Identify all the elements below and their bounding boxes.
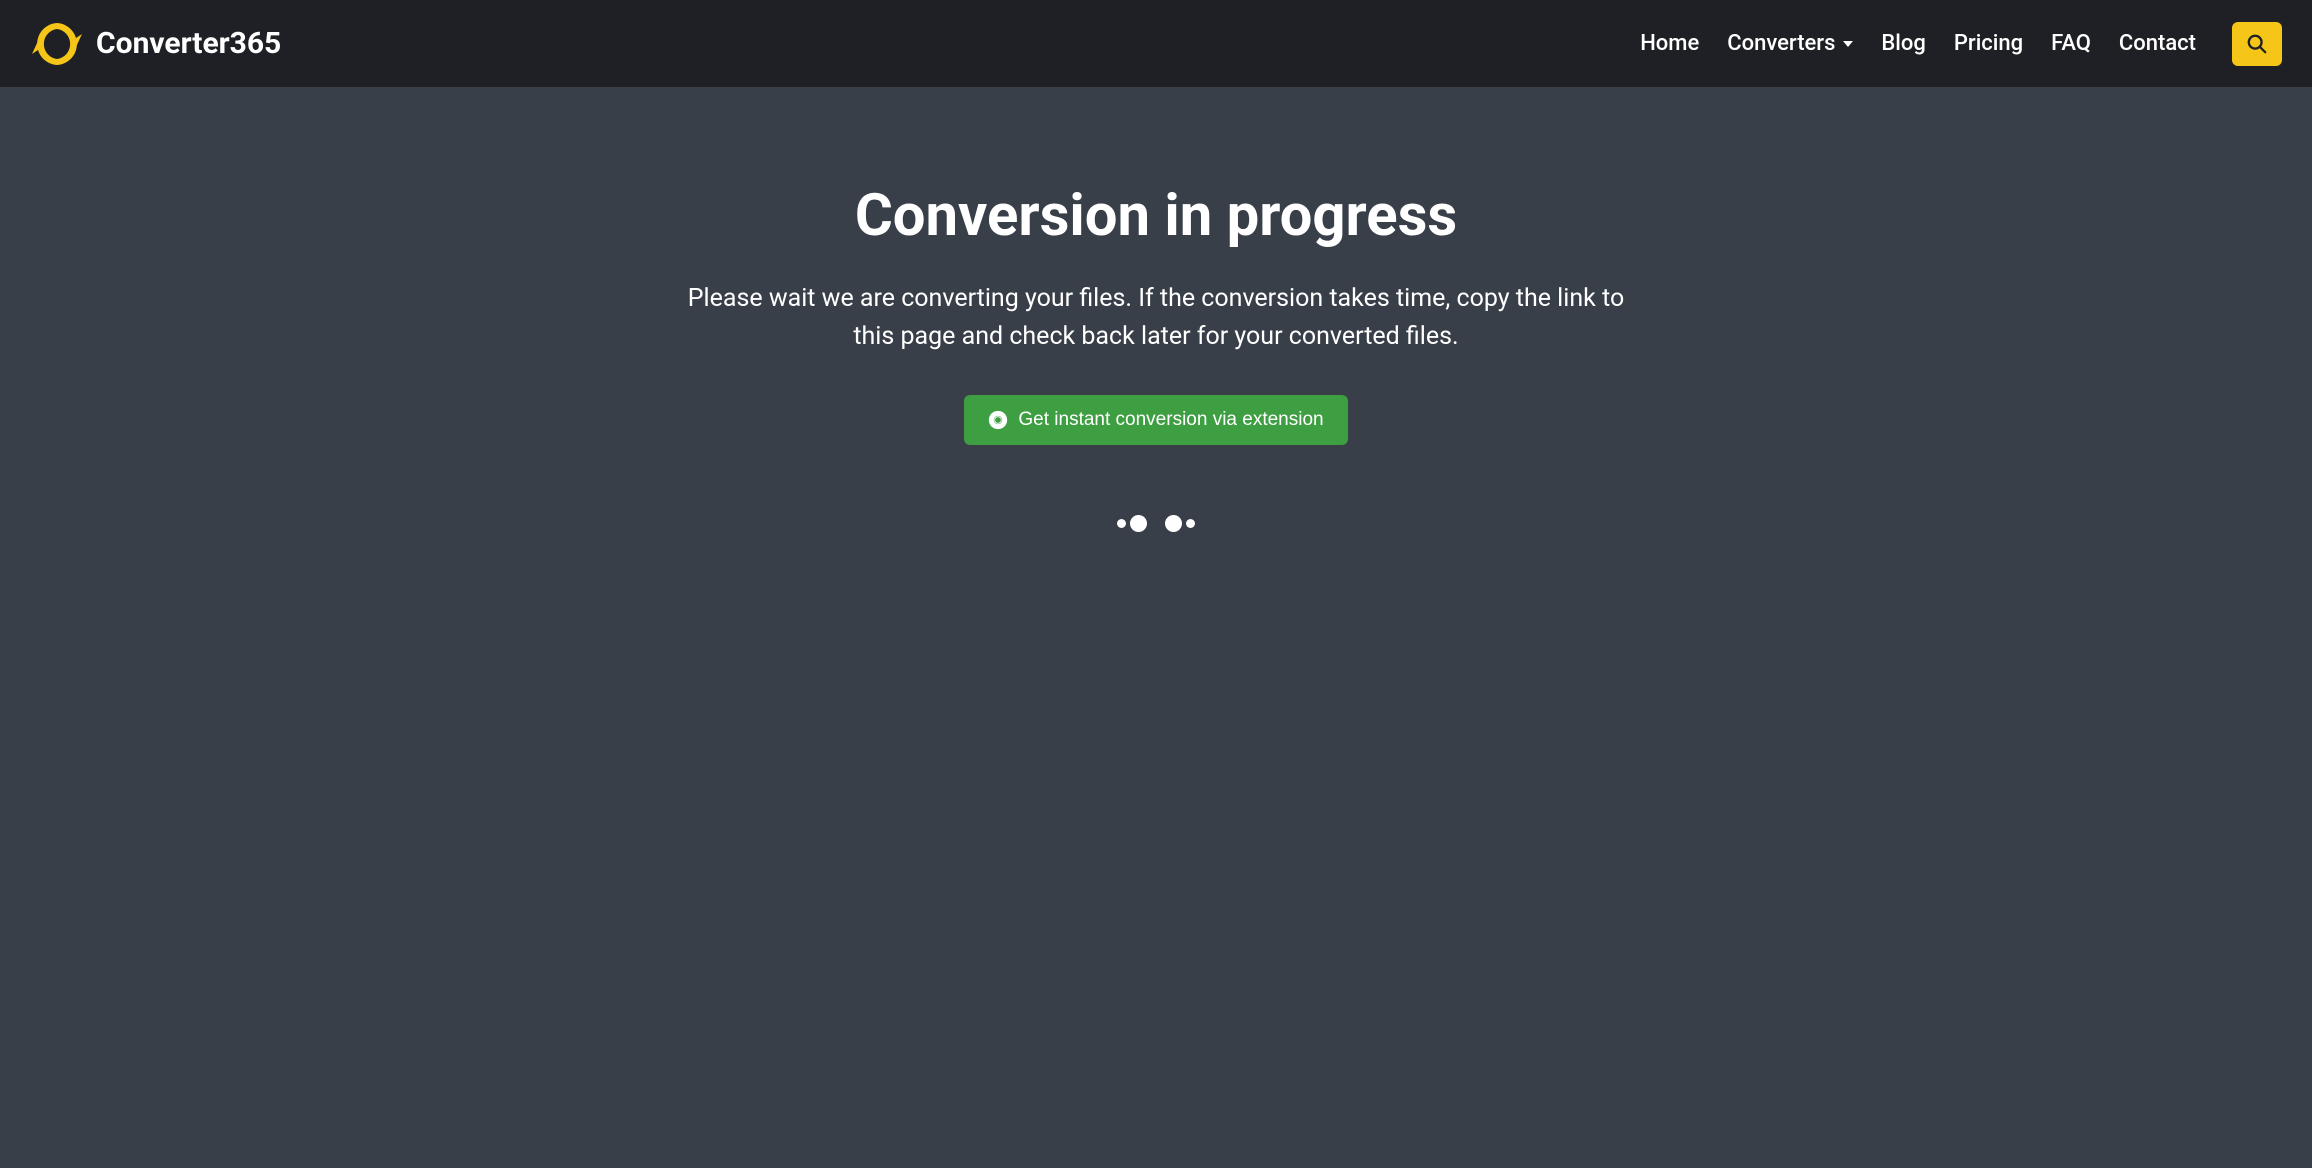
logo[interactable]: Converter365 [30,17,281,71]
loading-indicator [656,515,1656,532]
nav: Home Converters Blog Pricing FAQ Contact [1640,22,2282,66]
nav-converters[interactable]: Converters [1727,31,1853,56]
chevron-down-icon [1843,41,1853,47]
search-button[interactable] [2232,22,2282,66]
loader-dot [1165,515,1182,532]
get-extension-button[interactable]: Get instant conversion via extension [964,395,1347,445]
search-icon [2246,33,2268,55]
page-title: Conversion in progress [656,182,1656,250]
nav-home[interactable]: Home [1640,31,1699,56]
logo-text: Converter365 [96,26,281,61]
chrome-icon [988,410,1008,430]
nav-converters-label: Converters [1727,31,1835,56]
loader-dot-group [1165,515,1195,532]
nav-faq[interactable]: FAQ [2051,31,2091,56]
logo-icon [30,17,84,71]
nav-blog[interactable]: Blog [1881,31,1925,56]
header: Converter365 Home Converters Blog Pricin… [0,0,2312,87]
loader-dot-group [1117,515,1147,532]
page-subtitle: Please wait we are converting your files… [656,280,1656,355]
loader-dot [1117,519,1126,528]
nav-contact[interactable]: Contact [2119,31,2196,56]
extension-button-label: Get instant conversion via extension [1018,409,1323,431]
loader-dot [1130,515,1147,532]
main-content: Conversion in progress Please wait we ar… [656,87,1656,532]
loader-dot [1186,519,1195,528]
nav-pricing[interactable]: Pricing [1954,31,2023,56]
